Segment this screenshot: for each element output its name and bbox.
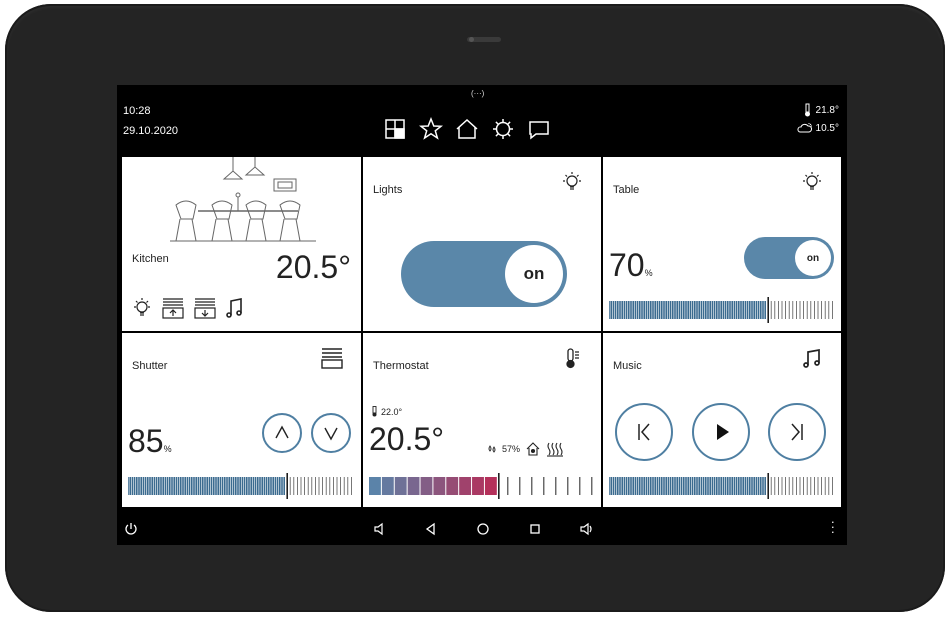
volume-up-icon[interactable] bbox=[579, 521, 595, 537]
thermostat-status-row: 57% bbox=[487, 441, 564, 457]
table-level-readout: 70% bbox=[609, 247, 653, 284]
play-button[interactable] bbox=[692, 403, 750, 461]
power-icon[interactable] bbox=[123, 521, 139, 537]
tile-thermostat[interactable]: Thermostat 22.0° 20.5° 57% bbox=[363, 333, 601, 507]
next-track-icon bbox=[791, 423, 803, 441]
slider-fill-band bbox=[381, 477, 394, 495]
music-note-icon bbox=[803, 348, 820, 368]
slider-fill-band bbox=[407, 477, 420, 495]
home-button-icon[interactable] bbox=[475, 521, 491, 537]
table-toggle[interactable]: on bbox=[744, 237, 834, 279]
slider-fill-band bbox=[459, 477, 472, 495]
tile-grid: Kitchen 20.5° Lights on Table 70% on Shu… bbox=[122, 157, 841, 507]
shutter-position-slider[interactable] bbox=[128, 473, 354, 499]
shutter-level-unit: % bbox=[163, 444, 172, 454]
lights-toggle[interactable]: on bbox=[401, 241, 567, 307]
thermostat-current-temperature: 20.5° bbox=[369, 421, 445, 457]
chevron-up-icon bbox=[275, 425, 289, 439]
clock-time: 10:28 bbox=[123, 105, 151, 117]
bulb-icon bbox=[803, 172, 821, 190]
tiles-icon[interactable] bbox=[383, 117, 407, 141]
status-bar: (···) 10:28 29.10.2020 21.8° 10.5° bbox=[117, 85, 847, 155]
thermometer-icon bbox=[372, 406, 377, 417]
bulb-icon[interactable] bbox=[132, 297, 152, 319]
home-mode-icon[interactable] bbox=[525, 441, 541, 457]
cloud-sun-icon bbox=[796, 123, 812, 133]
tile-shutter-label: Shutter bbox=[132, 360, 168, 372]
notch-indicator: (···) bbox=[471, 89, 485, 98]
shutter-down-icon[interactable] bbox=[194, 297, 216, 319]
shutter-level-readout: 85% bbox=[128, 423, 172, 460]
music-progress-slider[interactable] bbox=[609, 473, 835, 499]
music-note-icon[interactable] bbox=[226, 297, 244, 319]
thermometer-icon bbox=[566, 348, 579, 369]
slider-fill-band bbox=[394, 477, 407, 495]
kitchen-illustration bbox=[170, 157, 316, 242]
tile-music-label: Music bbox=[613, 360, 642, 372]
slider-fill-band bbox=[472, 477, 484, 495]
thermostat-temperature-slider[interactable] bbox=[369, 473, 595, 499]
overflow-menu-icon[interactable]: · · · bbox=[831, 515, 835, 538]
shutter-level-value: 85 bbox=[128, 423, 164, 459]
kitchen-temperature: 20.5° bbox=[275, 249, 351, 285]
gear-icon[interactable] bbox=[491, 117, 515, 141]
slider-fill-band bbox=[433, 477, 446, 495]
tile-lights[interactable]: Lights on bbox=[363, 157, 601, 331]
lights-toggle-knob: on bbox=[505, 245, 563, 303]
message-icon[interactable] bbox=[527, 117, 551, 141]
shutter-down-button[interactable] bbox=[311, 413, 351, 453]
humidity-icon bbox=[488, 445, 496, 453]
thermostat-setpoint: 22.0° bbox=[371, 406, 402, 417]
back-icon[interactable] bbox=[423, 521, 439, 537]
kitchen-quick-actions bbox=[132, 297, 244, 319]
thermostat-humidity: 57% bbox=[502, 444, 521, 454]
recent-apps-icon[interactable] bbox=[527, 521, 543, 537]
panel-screen: (···) 10:28 29.10.2020 21.8° 10.5° Kitch… bbox=[117, 85, 847, 545]
tile-table-label: Table bbox=[613, 184, 640, 196]
table-level-unit: % bbox=[644, 268, 653, 278]
slider-fill-band bbox=[446, 477, 459, 495]
tile-kitchen-label: Kitchen bbox=[132, 253, 169, 265]
shutter-icon bbox=[321, 348, 343, 369]
play-icon bbox=[717, 424, 729, 440]
shutter-up-button[interactable] bbox=[262, 413, 302, 453]
tile-shutter[interactable]: Shutter 85% bbox=[122, 333, 361, 507]
bulb-icon bbox=[563, 172, 581, 190]
clock-date: 29.10.2020 bbox=[123, 125, 179, 137]
thermostat-setpoint-value: 22.0° bbox=[381, 406, 403, 417]
volume-down-icon[interactable] bbox=[372, 521, 388, 537]
tile-lights-label: Lights bbox=[373, 184, 403, 196]
tile-thermostat-label: Thermostat bbox=[373, 360, 429, 372]
weather-widget: 21.8° 10.5° bbox=[796, 101, 839, 137]
thermometer-icon bbox=[804, 103, 810, 117]
slider-fill-band bbox=[369, 477, 381, 495]
slider-fill-band bbox=[484, 477, 497, 495]
home-icon[interactable] bbox=[455, 117, 479, 141]
star-icon[interactable] bbox=[419, 117, 443, 141]
table-level-value: 70 bbox=[609, 247, 645, 283]
tile-kitchen[interactable]: Kitchen 20.5° bbox=[122, 157, 361, 331]
previous-track-button[interactable] bbox=[615, 403, 673, 461]
next-track-button[interactable] bbox=[768, 403, 826, 461]
heating-icon[interactable] bbox=[546, 441, 564, 457]
slider-fill-band bbox=[420, 477, 433, 495]
previous-track-icon bbox=[638, 423, 650, 441]
tile-table[interactable]: Table 70% on bbox=[603, 157, 841, 331]
camera-sensor bbox=[467, 37, 501, 42]
tile-music[interactable]: Music bbox=[603, 333, 841, 507]
indoor-temperature: 21.8° bbox=[815, 104, 839, 116]
chevron-down-icon bbox=[324, 427, 338, 441]
table-toggle-knob: on bbox=[795, 240, 831, 276]
table-dimmer-slider[interactable] bbox=[609, 297, 835, 323]
top-navigation bbox=[383, 117, 551, 141]
shutter-up-icon[interactable] bbox=[162, 297, 184, 319]
system-navigation-bar: · · · bbox=[117, 513, 847, 545]
outdoor-temperature: 10.5° bbox=[815, 122, 839, 134]
